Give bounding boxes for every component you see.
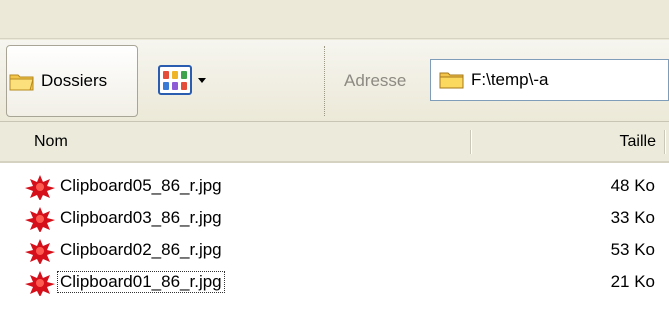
file-name: Clipboard01_86_r.jpg: [57, 271, 225, 293]
address-field[interactable]: F:\temp\-a: [430, 59, 669, 101]
image-file-icon: [25, 207, 55, 232]
file-size: 21 Ko: [610, 272, 655, 291]
divider: [0, 38, 669, 39]
chevron-down-icon: [198, 77, 206, 83]
file-name: Clipboard02_86_r.jpg: [60, 240, 222, 259]
column-divider[interactable]: [470, 130, 471, 154]
file-name: Clipboard05_86_r.jpg: [60, 176, 222, 195]
list-item[interactable]: Clipboard05_86_r.jpg 48 Ko: [0, 171, 669, 203]
file-size: 53 Ko: [610, 240, 655, 259]
column-header-size[interactable]: Taille: [480, 122, 662, 161]
address-value: F:\temp\-a: [471, 70, 549, 89]
list-item[interactable]: Clipboard02_86_r.jpg 53 Ko: [0, 235, 669, 267]
list-item[interactable]: Clipboard01_86_r.jpg 21 Ko: [0, 267, 669, 299]
image-file-icon: [25, 175, 55, 200]
file-size: 33 Ko: [610, 208, 655, 227]
folder-icon: [439, 72, 464, 89]
file-name: Clipboard03_86_r.jpg: [60, 208, 222, 227]
folders-button-label: Dossiers: [41, 71, 108, 90]
toolbar-grip[interactable]: [324, 46, 328, 116]
image-file-icon: [25, 239, 55, 264]
list-item[interactable]: Clipboard03_86_r.jpg 33 Ko: [0, 203, 669, 235]
toolbar: Dossiers Adresse F:\temp\-a: [0, 40, 669, 122]
folders-button[interactable]: Dossiers: [6, 45, 138, 117]
file-size: 48 Ko: [610, 176, 655, 195]
column-header-name[interactable]: Nom: [0, 122, 470, 161]
explorer-window: Dossiers Adresse F:\temp\-a Nom Taille C…: [0, 0, 669, 329]
folder-icon: [9, 74, 34, 91]
image-file-icon: [25, 271, 55, 296]
column-header: Nom Taille: [0, 122, 669, 163]
views-button[interactable]: [158, 62, 224, 98]
column-divider[interactable]: [664, 130, 665, 154]
address-label: Adresse: [344, 71, 407, 90]
views-icon: [158, 65, 192, 95]
column-header-name-label: Nom: [34, 132, 68, 150]
column-header-size-label: Taille: [619, 132, 656, 150]
menu-bar-area: [0, 0, 669, 40]
